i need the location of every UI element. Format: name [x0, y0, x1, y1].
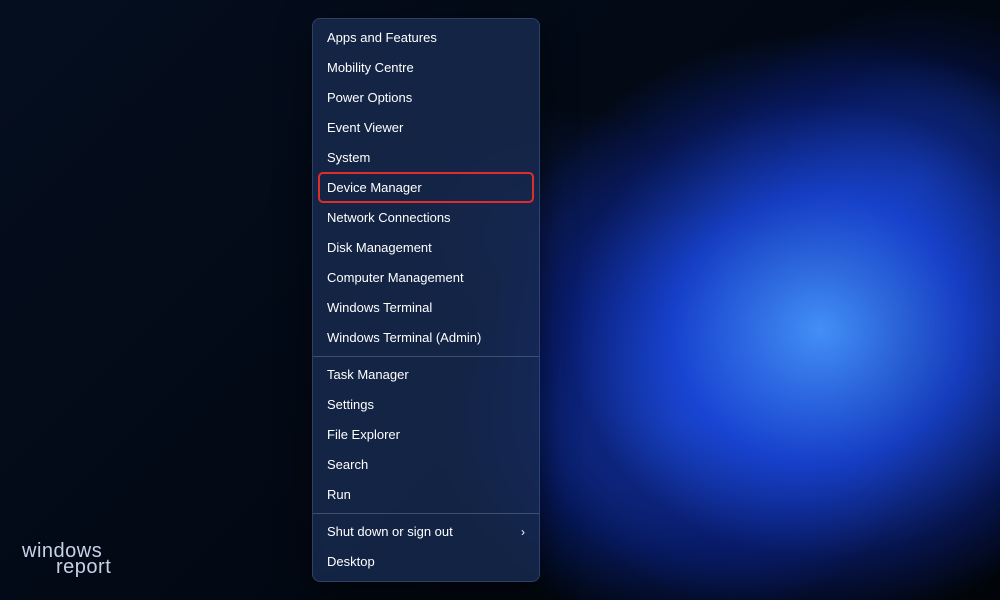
menu-item-windows-terminal[interactable]: Windows Terminal [313, 293, 539, 323]
menu-item-run[interactable]: Run [313, 480, 539, 510]
menu-item-label: Run [327, 480, 351, 510]
watermark-line2: report [56, 558, 111, 576]
menu-item-shut-down-or-sign-out[interactable]: Shut down or sign out › [313, 517, 539, 547]
menu-item-search[interactable]: Search [313, 450, 539, 480]
menu-item-label: Disk Management [327, 233, 432, 263]
menu-item-label: Event Viewer [327, 113, 403, 143]
menu-item-device-manager[interactable]: Device Manager [313, 173, 539, 203]
menu-item-label: Windows Terminal (Admin) [327, 323, 481, 353]
menu-item-label: Search [327, 450, 368, 480]
menu-item-windows-terminal-admin[interactable]: Windows Terminal (Admin) [313, 323, 539, 353]
menu-item-network-connections[interactable]: Network Connections [313, 203, 539, 233]
menu-item-label: Power Options [327, 83, 412, 113]
menu-item-file-explorer[interactable]: File Explorer [313, 420, 539, 450]
menu-item-label: Task Manager [327, 360, 409, 390]
menu-item-label: Shut down or sign out [327, 517, 453, 547]
menu-item-label: Apps and Features [327, 23, 437, 53]
menu-item-desktop[interactable]: Desktop [313, 547, 539, 577]
desktop-wallpaper: Apps and FeaturesMobility CentrePower Op… [0, 0, 1000, 600]
winx-context-menu[interactable]: Apps and FeaturesMobility CentrePower Op… [312, 18, 540, 582]
menu-item-event-viewer[interactable]: Event Viewer [313, 113, 539, 143]
menu-item-label: Computer Management [327, 263, 464, 293]
menu-item-label: System [327, 143, 370, 173]
menu-item-mobility-centre[interactable]: Mobility Centre [313, 53, 539, 83]
menu-item-computer-management[interactable]: Computer Management [313, 263, 539, 293]
watermark-logo: windows report [22, 542, 111, 576]
menu-item-system[interactable]: System [313, 143, 539, 173]
menu-item-task-manager[interactable]: Task Manager [313, 360, 539, 390]
menu-item-power-options[interactable]: Power Options [313, 83, 539, 113]
menu-item-label: Desktop [327, 547, 375, 577]
menu-item-label: Mobility Centre [327, 53, 414, 83]
menu-item-settings[interactable]: Settings [313, 390, 539, 420]
menu-item-disk-management[interactable]: Disk Management [313, 233, 539, 263]
menu-separator [313, 513, 539, 514]
menu-separator [313, 356, 539, 357]
chevron-right-icon: › [521, 517, 525, 547]
menu-item-apps-and-features[interactable]: Apps and Features [313, 23, 539, 53]
menu-item-label: Windows Terminal [327, 293, 432, 323]
menu-item-label: Device Manager [327, 173, 422, 203]
menu-item-label: File Explorer [327, 420, 400, 450]
menu-item-label: Settings [327, 390, 374, 420]
menu-item-label: Network Connections [327, 203, 451, 233]
